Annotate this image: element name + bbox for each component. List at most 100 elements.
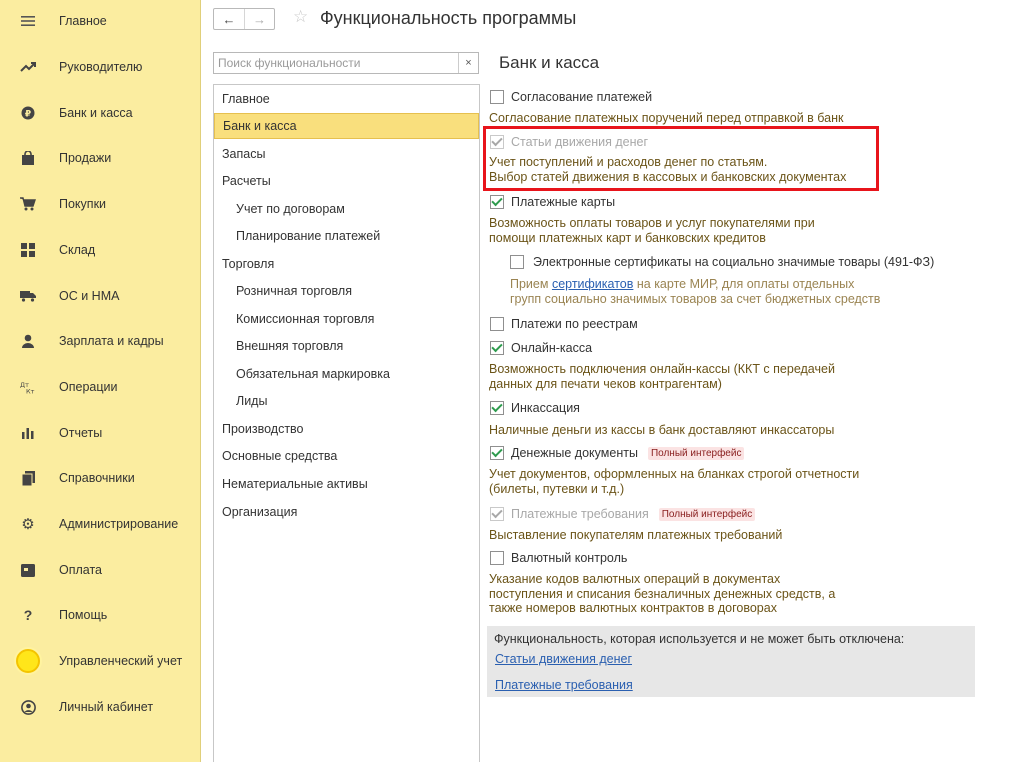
section-item-trade[interactable]: Торговля bbox=[214, 251, 479, 277]
svg-text:Кт: Кт bbox=[26, 388, 35, 395]
sidebar-item-manager[interactable]: Руководителю bbox=[0, 52, 200, 82]
option-description: групп социально значимых товаров за счет… bbox=[510, 292, 881, 306]
option-label: Инкассация bbox=[511, 401, 580, 415]
option-description: помощи платежных карт и банковских креди… bbox=[489, 231, 766, 245]
full-interface-badge: Полный интерфейс bbox=[647, 446, 745, 460]
trend-icon bbox=[19, 58, 37, 76]
option-payment-cards[interactable]: Платежные карты bbox=[490, 195, 615, 209]
full-interface-badge: Полный интерфейс bbox=[658, 507, 756, 521]
section-list: Главное Банк и касса Запасы Расчеты Учет… bbox=[213, 84, 480, 762]
section-item-fixed-assets[interactable]: Основные средства bbox=[214, 443, 479, 469]
option-description: Учет документов, оформленных на бланках … bbox=[489, 467, 860, 481]
cash-flow-items-link[interactable]: Статьи движения денег bbox=[495, 652, 632, 666]
person-icon bbox=[19, 332, 37, 350]
sidebar-item-help[interactable]: ? Помощь bbox=[0, 600, 200, 630]
option-payment-approval[interactable]: Согласование платежей bbox=[490, 90, 652, 104]
sidebar-item-payment[interactable]: Оплата bbox=[0, 555, 200, 585]
option-collection[interactable]: Инкассация bbox=[490, 401, 580, 415]
option-description: Возможность подключения онлайн-кассы (КК… bbox=[489, 362, 835, 376]
sidebar-item-purchases[interactable]: Покупки bbox=[0, 189, 200, 219]
section-item-commission[interactable]: Комиссионная торговля bbox=[214, 306, 479, 332]
sidebar-item-label: Банк и касса bbox=[59, 106, 133, 120]
favorite-star-icon[interactable]: ☆ bbox=[293, 7, 308, 27]
payment-requests-link[interactable]: Платежные требования bbox=[495, 678, 633, 692]
option-description: Наличные деньги из кассы в банк доставля… bbox=[489, 423, 835, 437]
sidebar-item-label: ОС и НМА bbox=[59, 289, 120, 303]
app-sidebar: Главное Руководителю ₽ Банк и касса Прод… bbox=[0, 0, 201, 762]
sidebar-item-operations[interactable]: Дт Кт Операции bbox=[0, 372, 200, 402]
option-description: также номеров валютных контрактов в дого… bbox=[489, 601, 777, 615]
bag-icon bbox=[19, 149, 37, 167]
section-item-leads[interactable]: Лиды bbox=[214, 388, 479, 414]
sidebar-item-sales[interactable]: Продажи bbox=[0, 143, 200, 173]
section-item-payment-planning[interactable]: Планирование платежей bbox=[214, 223, 479, 249]
account-icon bbox=[19, 698, 37, 716]
monetary-documents-checkbox[interactable] bbox=[490, 446, 504, 460]
sidebar-item-label: Управленческий учет bbox=[59, 654, 183, 668]
collection-checkbox[interactable] bbox=[490, 401, 504, 415]
online-cash-checkbox[interactable] bbox=[490, 341, 504, 355]
wallet-icon bbox=[19, 561, 37, 579]
certificates-link[interactable]: сертификатов bbox=[552, 277, 633, 291]
section-item-marking[interactable]: Обязательная маркировка bbox=[214, 361, 479, 387]
section-item-main[interactable]: Главное bbox=[214, 86, 479, 112]
option-description: Возможность оплаты товаров и услуг покуп… bbox=[489, 216, 815, 230]
option-label: Электронные сертификаты на социально зна… bbox=[533, 255, 935, 269]
sidebar-item-main[interactable]: Главное bbox=[0, 6, 200, 36]
always-on-panel: Функциональность, которая используется и… bbox=[487, 626, 975, 697]
section-item-settlements[interactable]: Расчеты bbox=[214, 168, 479, 194]
sidebar-item-label: Операции bbox=[59, 380, 118, 394]
option-monetary-documents[interactable]: Денежные документы Полный интерфейс bbox=[490, 446, 745, 460]
electronic-certificates-checkbox[interactable] bbox=[510, 255, 524, 269]
option-label: Согласование платежей bbox=[511, 90, 653, 104]
menu-icon bbox=[19, 12, 37, 30]
section-item-stock[interactable]: Запасы bbox=[214, 141, 479, 167]
payment-cards-checkbox[interactable] bbox=[490, 195, 504, 209]
back-button[interactable]: ← bbox=[214, 9, 244, 29]
section-item-bank[interactable]: Банк и касса bbox=[214, 113, 479, 139]
forward-button[interactable]: → bbox=[244, 9, 274, 29]
section-item-retail[interactable]: Розничная торговля bbox=[214, 278, 479, 304]
sidebar-item-label: Зарплата и кадры bbox=[59, 334, 164, 348]
payment-approval-checkbox[interactable] bbox=[490, 90, 504, 104]
always-on-title: Функциональность, которая используется и… bbox=[494, 632, 905, 646]
option-description: Согласование платежных поручений перед о… bbox=[489, 111, 844, 125]
sun-icon bbox=[16, 649, 40, 673]
sidebar-item-bank[interactable]: ₽ Банк и касса bbox=[0, 98, 200, 128]
gear-icon: ⚙ bbox=[21, 516, 35, 533]
registry-payments-checkbox[interactable] bbox=[490, 317, 504, 331]
section-item-contracts[interactable]: Учет по договорам bbox=[214, 196, 479, 222]
nav-buttons: ← → bbox=[213, 8, 275, 30]
sidebar-item-assets[interactable]: ОС и НМА bbox=[0, 281, 200, 311]
section-item-production[interactable]: Производство bbox=[214, 416, 479, 442]
section-item-organization[interactable]: Организация bbox=[214, 499, 479, 525]
option-payment-requests: Платежные требования Полный интерфейс bbox=[490, 507, 756, 521]
highlight-box bbox=[483, 126, 879, 191]
sidebar-item-label: Помощь bbox=[59, 608, 108, 622]
option-label: Платежные требования bbox=[511, 507, 649, 521]
grid-icon bbox=[19, 241, 37, 259]
sidebar-item-reports[interactable]: Отчеты bbox=[0, 418, 200, 448]
sidebar-item-label: Главное bbox=[59, 14, 107, 28]
section-item-intangible[interactable]: Нематериальные активы bbox=[214, 471, 479, 497]
sidebar-item-label: Справочники bbox=[59, 471, 135, 485]
option-currency-control[interactable]: Валютный контроль bbox=[490, 551, 627, 565]
sidebar-item-label: Оплата bbox=[59, 563, 102, 577]
option-online-cash[interactable]: Онлайн-касса bbox=[490, 341, 592, 355]
option-registry-payments[interactable]: Платежи по реестрам bbox=[490, 317, 638, 331]
sidebar-item-management[interactable]: Управленческий учет bbox=[0, 646, 200, 676]
sidebar-item-account[interactable]: Личный кабинет bbox=[0, 692, 200, 722]
sidebar-item-reference[interactable]: Справочники bbox=[0, 463, 200, 493]
clear-search-button[interactable]: × bbox=[458, 53, 478, 73]
sidebar-item-admin[interactable]: ⚙ Администрирование bbox=[0, 509, 200, 539]
option-electronic-certificates[interactable]: Электронные сертификаты на социально зна… bbox=[510, 255, 934, 269]
currency-control-checkbox[interactable] bbox=[490, 551, 504, 565]
option-description: Указание кодов валютных операций в докум… bbox=[489, 572, 781, 586]
sidebar-item-hr[interactable]: Зарплата и кадры bbox=[0, 326, 200, 356]
sidebar-item-label: Администрирование bbox=[59, 517, 179, 531]
desc-text: на карте МИР, для оплаты отдельных bbox=[633, 277, 855, 291]
search-input[interactable] bbox=[214, 53, 458, 73]
sidebar-item-warehouse[interactable]: Склад bbox=[0, 235, 200, 265]
sidebar-item-label: Продажи bbox=[59, 151, 112, 165]
section-item-foreign-trade[interactable]: Внешняя торговля bbox=[214, 333, 479, 359]
